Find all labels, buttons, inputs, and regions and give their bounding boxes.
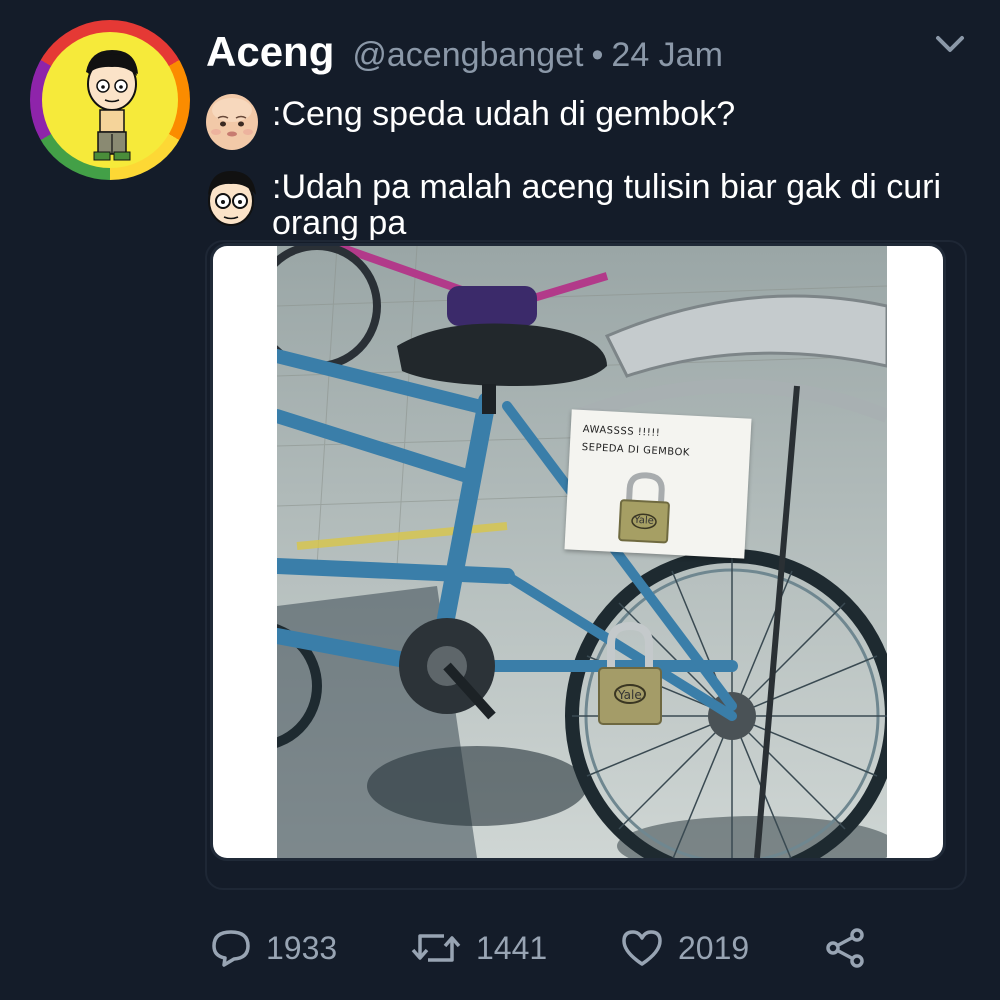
dialogue-line-2: :Udah pa malah aceng tulisin biar gak di… <box>200 165 952 241</box>
baby-face-icon <box>200 90 262 152</box>
dialogue-text-1: :Ceng speda udah di gembok? <box>272 95 736 133</box>
sign-text-2: SEPEDA DI GEMBOK <box>581 441 691 459</box>
like-count: 2019 <box>678 929 750 966</box>
user-handle[interactable]: @acengbanget <box>352 36 583 75</box>
heart-icon <box>620 928 664 968</box>
reply-button[interactable]: 1933 <box>210 920 337 976</box>
share-button[interactable] <box>823 920 867 976</box>
aceng-face-icon <box>200 165 262 227</box>
warning-sign: AWASSSS !!!!! SEPEDA DI GEMBOK Yale <box>564 409 752 559</box>
separator-dot: • <box>591 36 604 74</box>
retweet-button[interactable]: 1441 <box>410 920 547 976</box>
dialogue-text-2: :Udah pa malah aceng tulisin biar gak di… <box>272 168 942 242</box>
reply-icon <box>210 928 252 968</box>
padlock-icon: Yale <box>595 621 665 732</box>
tweet-actions: 1933 1441 2019 <box>205 920 885 976</box>
timestamp[interactable]: 24 Jam <box>611 36 723 75</box>
tweet-media[interactable]: AWASSSS !!!!! SEPEDA DI GEMBOK Yale Yale <box>213 246 943 858</box>
cartoon-character-icon <box>42 32 178 168</box>
lock-brand-text-1: Yale <box>633 514 655 527</box>
profile-avatar[interactable] <box>30 20 190 180</box>
like-button[interactable]: 2019 <box>620 920 749 976</box>
chevron-down-icon[interactable] <box>930 30 970 60</box>
retweet-count: 1441 <box>476 929 548 966</box>
display-name[interactable]: Aceng <box>206 28 334 76</box>
lock-brand-text-2: Yale <box>618 688 642 702</box>
share-icon <box>823 926 867 970</box>
tweet-card[interactable]: Aceng @acengbanget • 24 Jam :Ceng speda … <box>0 0 1000 1000</box>
tweet-header: Aceng @acengbanget • 24 Jam <box>206 28 723 76</box>
padlock-drawing-icon: Yale <box>613 470 677 547</box>
retweet-icon <box>410 928 462 968</box>
reply-count: 1933 <box>266 929 338 966</box>
sign-text-1: AWASSSS !!!!! <box>582 423 661 440</box>
bicycle-photo: AWASSSS !!!!! SEPEDA DI GEMBOK Yale Yale <box>277 246 887 858</box>
dialogue-line-1: :Ceng speda udah di gembok? <box>200 90 735 152</box>
